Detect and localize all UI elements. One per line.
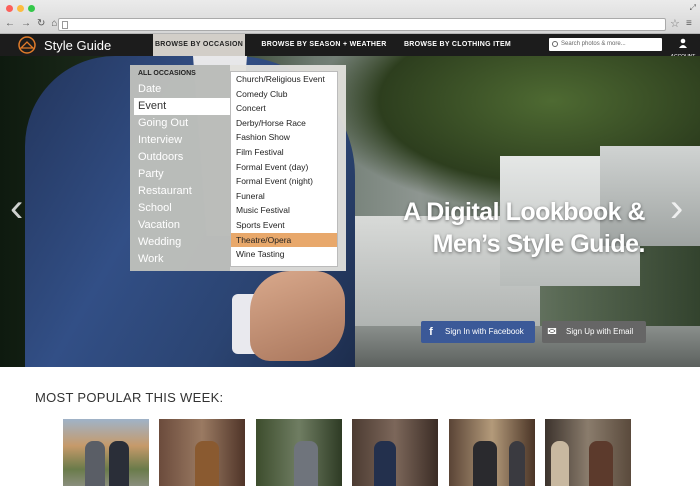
close-window-button[interactable] [6, 5, 13, 12]
thumb-figure [374, 441, 396, 486]
popular-thumbnail[interactable] [159, 419, 245, 486]
sign-in-facebook-button[interactable]: f Sign In with Facebook [421, 321, 535, 343]
occasion-item-work[interactable]: Work [134, 251, 231, 268]
facebook-icon: f [429, 326, 433, 338]
occasion-item-going-out[interactable]: Going Out [134, 115, 231, 132]
thumb-figure [195, 441, 219, 486]
event-item-derby-horse-race[interactable]: Derby/Horse Race [231, 116, 337, 131]
event-item-music-festival[interactable]: Music Festival [231, 203, 337, 218]
thumb-figure [589, 441, 613, 486]
thumb-figure [294, 441, 318, 486]
logo-text: Style Guide [44, 37, 112, 53]
envelope-icon: ✉ [547, 326, 557, 338]
occasion-item-party[interactable]: Party [134, 166, 231, 183]
site-nav: Style Guide BROWSE BY OCCASION BROWSE BY… [0, 34, 700, 60]
event-submenu: Church/Religious Event Comedy Club Concert… [230, 71, 338, 267]
browser-nav: ← → ↻ ⌂ [5, 18, 57, 29]
headline-line-2: Men’s Style Guide. [432, 230, 646, 258]
thumb-figure [509, 441, 525, 486]
bookmark-star-icon[interactable]: ☆ [670, 17, 680, 30]
occasion-item-wedding[interactable]: Wedding [134, 234, 231, 251]
occasion-item-date[interactable]: Date [134, 81, 231, 98]
occasion-item-event[interactable]: Event [134, 98, 231, 115]
prev-slide-icon[interactable]: ‹ [10, 186, 23, 231]
thumb-figure [109, 441, 129, 486]
popular-thumbnail[interactable] [352, 419, 438, 486]
event-item-fashion-show[interactable]: Fashion Show [231, 130, 337, 145]
most-popular-title: MOST POPULAR THIS WEEK: [35, 390, 224, 405]
occasion-item-outdoors[interactable]: Outdoors [134, 149, 231, 166]
popular-thumbnail[interactable] [449, 419, 535, 486]
home-icon[interactable]: ⌂ [51, 18, 57, 29]
event-item-comedy-club[interactable]: Comedy Club [231, 87, 337, 102]
occasion-item-restaurant[interactable]: Restaurant [134, 183, 231, 200]
logo[interactable]: Style Guide [16, 36, 111, 54]
forward-icon[interactable]: → [21, 18, 31, 29]
window-controls [6, 5, 35, 12]
back-icon[interactable]: ← [5, 18, 15, 29]
page-icon [62, 21, 68, 29]
search-input[interactable]: Search photos & more... [549, 38, 662, 51]
hanger-logo-icon [18, 36, 36, 54]
event-item-funeral[interactable]: Funeral [231, 189, 337, 204]
event-item-sports-event[interactable]: Sports Event [231, 218, 337, 233]
event-item-church-religious-event[interactable]: Church/Religious Event [231, 72, 337, 87]
next-slide-icon[interactable]: › [670, 186, 683, 231]
reload-icon[interactable]: ↻ [37, 18, 45, 29]
address-bar[interactable] [58, 18, 666, 31]
search-icon [552, 41, 558, 47]
tab-browse-by-occasion[interactable]: BROWSE BY OCCASION [153, 34, 245, 56]
event-item-wine-tasting[interactable]: Wine Tasting [231, 247, 337, 262]
email-button-label: Sign Up with Email [566, 327, 634, 336]
fullscreen-icon[interactable]: ⤢ [690, 3, 696, 13]
occasion-item-vacation[interactable]: Vacation [134, 217, 231, 234]
tab-browse-by-clothing-item[interactable]: BROWSE BY CLOTHING ITEM [400, 34, 515, 56]
popular-thumbnail[interactable] [545, 419, 631, 486]
event-item-concert[interactable]: Concert [231, 101, 337, 116]
search-placeholder: Search photos & more... [561, 41, 626, 47]
occasion-dropdown: ALL OCCASIONS Date Event Going Out Intervie… [130, 65, 346, 271]
sign-up-email-button[interactable]: ✉ Sign Up with Email [542, 321, 646, 343]
headline-line-1: A Digital Lookbook & [403, 198, 645, 226]
tab-browse-by-season-weather[interactable]: BROWSE BY SEASON + WEATHER [260, 34, 388, 56]
browser-chrome: ⤢ ← → ↻ ⌂ ☆ ≡ [0, 0, 700, 34]
hero-headline: A Digital Lookbook & Men’s Style Guide. [403, 196, 645, 260]
minimize-window-button[interactable] [17, 5, 24, 12]
thumb-figure [551, 441, 569, 486]
user-icon [679, 38, 687, 48]
hero-hand [250, 271, 345, 361]
event-item-formal-event-night-[interactable]: Formal Event (night) [231, 174, 337, 189]
popular-thumbnail[interactable] [63, 419, 149, 486]
occasion-item-interview[interactable]: Interview [134, 132, 231, 149]
event-item-film-festival[interactable]: Film Festival [231, 145, 337, 160]
hero-banner: ‹ › A Digital Lookbook & Men’s Style Gui… [0, 56, 700, 367]
all-occasions-heading[interactable]: ALL OCCASIONS [138, 70, 196, 77]
thumb-figure [473, 441, 497, 486]
occasion-list: ALL OCCASIONS Date Event Going Out Intervie… [130, 65, 231, 271]
event-item-formal-event-day-[interactable]: Formal Event (day) [231, 160, 337, 175]
event-item-theatre-opera[interactable]: Theatre/Opera [231, 232, 337, 248]
popular-thumbnail[interactable] [256, 419, 342, 486]
thumb-figure [85, 441, 105, 486]
browser-menu-icon[interactable]: ≡ [686, 18, 692, 29]
facebook-button-label: Sign In with Facebook [445, 327, 524, 336]
occasion-item-school[interactable]: School [134, 200, 231, 217]
zoom-window-button[interactable] [28, 5, 35, 12]
